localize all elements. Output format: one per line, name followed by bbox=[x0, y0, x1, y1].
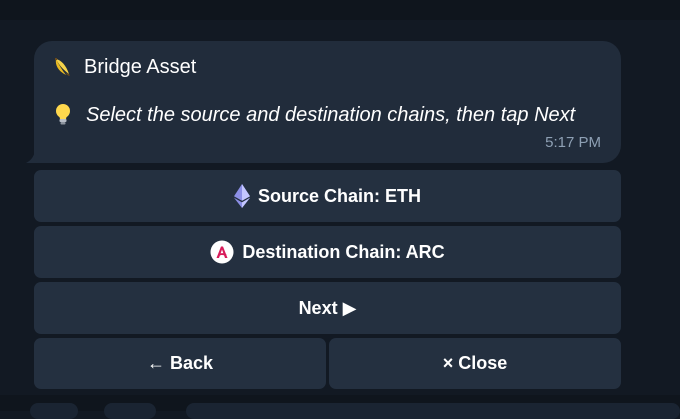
message-body-text: Select the source and destination chains… bbox=[86, 104, 576, 126]
source-chain-label: Source Chain: ETH bbox=[257, 185, 422, 206]
message-body: Select the source and destination chains… bbox=[54, 103, 575, 127]
bot-message-bubble: Bridge Asset Select the source and desti… bbox=[34, 41, 621, 163]
message-title-text: Bridge Asset bbox=[84, 56, 197, 78]
source-chain-button[interactable]: Source Chain: ETH bbox=[34, 170, 621, 222]
message-title: Bridge Asset bbox=[52, 55, 196, 79]
next-label: Next ▶ bbox=[298, 297, 357, 318]
destination-chain-label: Destination Chain: ARC bbox=[242, 241, 445, 262]
arc-icon bbox=[210, 240, 234, 264]
message-timestamp: 5:17 PM bbox=[545, 134, 601, 151]
composer-area bbox=[0, 395, 680, 419]
ethereum-icon bbox=[233, 184, 250, 208]
close-button[interactable]: × Close bbox=[329, 338, 621, 389]
lightbulb-icon bbox=[54, 103, 72, 127]
banana-icon bbox=[52, 56, 74, 78]
close-label: × Close bbox=[442, 353, 508, 373]
destination-chain-button[interactable]: Destination Chain: ARC bbox=[34, 226, 621, 278]
composer-middle-control[interactable] bbox=[104, 403, 156, 419]
message-input[interactable] bbox=[186, 403, 680, 419]
composer-left-control[interactable] bbox=[30, 403, 78, 419]
back-label: ← Back bbox=[146, 353, 214, 373]
next-button[interactable]: Next ▶ bbox=[34, 282, 621, 334]
top-strip bbox=[0, 0, 680, 20]
back-button[interactable]: ← Back bbox=[34, 338, 326, 389]
